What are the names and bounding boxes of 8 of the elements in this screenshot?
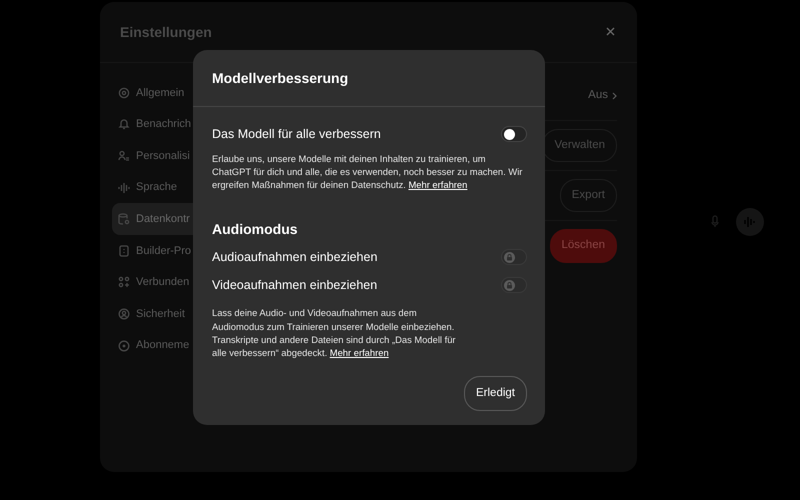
settings-title: Einstellungen — [120, 22, 212, 42]
section-heading: Audiomodus — [212, 220, 299, 239]
description-text: Lass deine Audio- und Videoaufnahmen aus dem Audiomodus zum Trainieren unserer Modelle einbeziehen. Transkripte und andere Dateien sind durch „Das Modell für alle verbessern“ abgedeckt. Mehr erfahren — [212, 306, 457, 360]
setting-label: Videoaufnahmen einbeziehen — [212, 276, 378, 294]
setting-label: Das Modell für alle verbessern — [212, 126, 381, 143]
description-text: Erlaube uns, unsere Modelle mit deinen Inhalten zu trainieren, um ChatGPT für dich und alle, die es verwenden, noch besser zu machen. Wir ergreifen Maßnahmen für deinen Datenschutz. Mehr erfahren — [212, 152, 524, 192]
dialog-title: Modellverbesserung — [212, 68, 348, 88]
setting-label: Audioaufnahmen einbeziehen — [212, 248, 378, 266]
